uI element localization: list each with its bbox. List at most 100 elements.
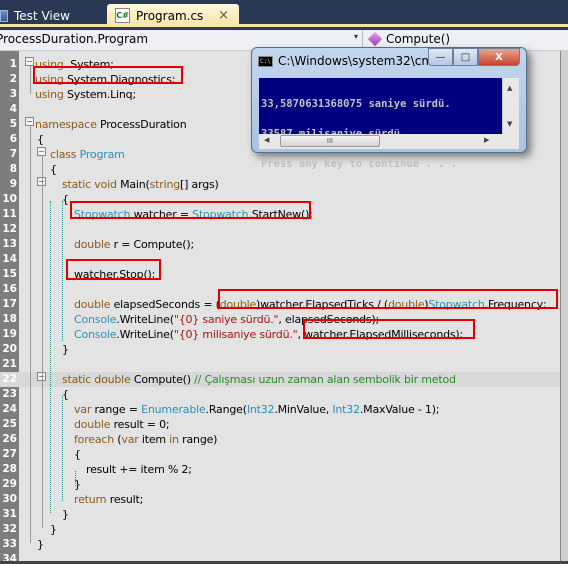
- console-title-bar[interactable]: C:\. C:\Windows\system32\cm...: [258, 54, 445, 68]
- line-number: 4: [9, 103, 17, 115]
- code-line[interactable]: 19 Console.WriteLine("{0} milisaniye sürd…: [0, 327, 560, 342]
- code-line[interactable]: 32}: [0, 522, 560, 537]
- code-token: {: [50, 163, 57, 176]
- code-text: {: [62, 192, 69, 207]
- code-text: result += item % 2;: [86, 462, 192, 477]
- code-token: double: [91, 373, 131, 386]
- collapse-icon[interactable]: −: [25, 117, 34, 126]
- code-line[interactable]: 29}: [0, 477, 560, 492]
- collapse-icon[interactable]: −: [25, 57, 34, 66]
- type-selector[interactable]: ProcessDuration.Program: [0, 32, 340, 46]
- code-token: Enumerable: [141, 403, 206, 416]
- scroll-right-icon[interactable]: ▶: [484, 136, 489, 144]
- scroll-left-icon[interactable]: ◀: [264, 136, 269, 144]
- code-line[interactable]: 18 Console.WriteLine("{0} saniye sürdü.",…: [0, 312, 560, 327]
- code-text: namespace ProcessDuration: [35, 117, 187, 132]
- code-token: r = Compute();: [110, 238, 195, 251]
- member-selector[interactable]: Compute(): [367, 31, 450, 47]
- fold-line: [42, 156, 43, 528]
- line-number: 17: [2, 298, 17, 310]
- line-number: 14: [2, 253, 17, 265]
- code-token: string: [149, 178, 181, 191]
- line-number: 27: [2, 448, 17, 460]
- horizontal-scrollbar[interactable]: ◀ III ▶: [259, 134, 519, 149]
- code-line[interactable]: 12: [0, 222, 560, 237]
- code-line[interactable]: 33}: [0, 537, 560, 552]
- line-number: 29: [2, 478, 17, 490]
- line-number: 25: [2, 418, 17, 430]
- tab-label: Test View: [14, 8, 70, 23]
- code-token: ProcessDuration: [96, 118, 187, 131]
- line-number: 6: [9, 133, 17, 145]
- scroll-down-icon[interactable]: ▼: [507, 120, 512, 128]
- console-output-area[interactable]: 33,5870631368075 saniye sürdü. 33587 mil…: [259, 78, 519, 169]
- console-line: Press any key to continue . . .: [261, 158, 457, 170]
- test-view-icon: [0, 9, 8, 22]
- code-token: double: [74, 418, 111, 431]
- maximize-button[interactable]: □: [453, 48, 478, 66]
- code-line[interactable]: 13 double r = Compute();: [0, 237, 560, 252]
- code-line[interactable]: 34: [0, 552, 560, 561]
- code-token: using: [35, 88, 64, 101]
- line-number: 30: [2, 493, 17, 505]
- fold-line: [30, 66, 31, 94]
- tab-test-view[interactable]: Test View: [0, 4, 70, 27]
- close-button[interactable]: X: [478, 48, 520, 66]
- line-number: 19: [2, 328, 17, 340]
- code-token: namespace: [35, 118, 97, 131]
- document-tab-strip: Test View C# Program.cs ×: [0, 0, 568, 27]
- code-line[interactable]: 26 foreach (var item in range): [0, 432, 560, 447]
- code-token: Console: [74, 328, 117, 341]
- line-number: 12: [2, 223, 17, 235]
- code-token: var: [121, 433, 139, 446]
- line-number: 15: [2, 268, 17, 280]
- csharp-file-icon: C#: [115, 8, 130, 23]
- code-line[interactable]: 27 {: [0, 447, 560, 462]
- line-number: 16: [2, 283, 17, 295]
- code-text: double result = 0;: [74, 417, 170, 432]
- close-tab-icon[interactable]: ×: [218, 8, 229, 23]
- type-dropdown-icon[interactable]: ▾: [354, 32, 358, 41]
- line-number: 18: [2, 313, 17, 325]
- code-token: {: [62, 193, 69, 206]
- code-token: [] args): [180, 178, 219, 191]
- console-window[interactable]: C:\. C:\Windows\system32\cm... — □ X 33,…: [251, 47, 527, 169]
- highlight-elapsed-ticks: [218, 289, 558, 309]
- code-token: static: [62, 178, 92, 191]
- code-token: foreach: [74, 433, 115, 446]
- minimize-button[interactable]: —: [428, 48, 453, 66]
- code-line[interactable]: 30 return result;: [0, 492, 560, 507]
- code-text: static void Main(string[] args): [62, 177, 219, 192]
- code-token: {: [62, 388, 69, 401]
- code-line[interactable]: 20}: [0, 342, 560, 357]
- code-line[interactable]: 31}: [0, 507, 560, 522]
- code-token: return: [74, 493, 107, 506]
- line-number: 10: [2, 193, 17, 205]
- indent-guide: [62, 201, 63, 341]
- line-number: 34: [2, 553, 17, 561]
- collapse-icon[interactable]: −: [37, 147, 46, 156]
- vertical-scrollbar[interactable]: ▲ ▼: [502, 78, 519, 134]
- code-token: }: [37, 538, 44, 551]
- tab-program-cs[interactable]: C# Program.cs ×: [107, 4, 239, 27]
- code-text: return result;: [74, 492, 143, 507]
- code-line[interactable]: 24 var range = Enumerable.Range(Int32.Min…: [0, 402, 560, 417]
- code-line[interactable]: 25 double result = 0;: [0, 417, 560, 432]
- code-token: // Çalışması uzun zaman alan sembolik bi…: [194, 373, 456, 386]
- code-line[interactable]: 28 result += item % 2;: [0, 462, 560, 477]
- code-token: Main(: [116, 178, 150, 191]
- scroll-thumb[interactable]: III: [280, 135, 380, 147]
- code-token: .MaxValue - 1);: [359, 403, 440, 416]
- code-token: System.Linq;: [63, 88, 136, 101]
- code-token: }: [62, 343, 69, 356]
- code-line[interactable]: 21: [0, 357, 560, 372]
- line-number: 22: [2, 373, 17, 385]
- code-text: }: [62, 342, 69, 357]
- command-prompt-icon: C:\.: [258, 55, 275, 67]
- line-number: 33: [2, 538, 17, 550]
- code-line[interactable]: 22 static double Compute() // Çalışması u…: [0, 372, 560, 387]
- code-token: Console: [74, 313, 117, 326]
- code-token: "{0} milisaniye sürdü.": [173, 328, 298, 341]
- scroll-up-icon[interactable]: ▲: [507, 84, 512, 92]
- code-line[interactable]: 23 {: [0, 387, 560, 402]
